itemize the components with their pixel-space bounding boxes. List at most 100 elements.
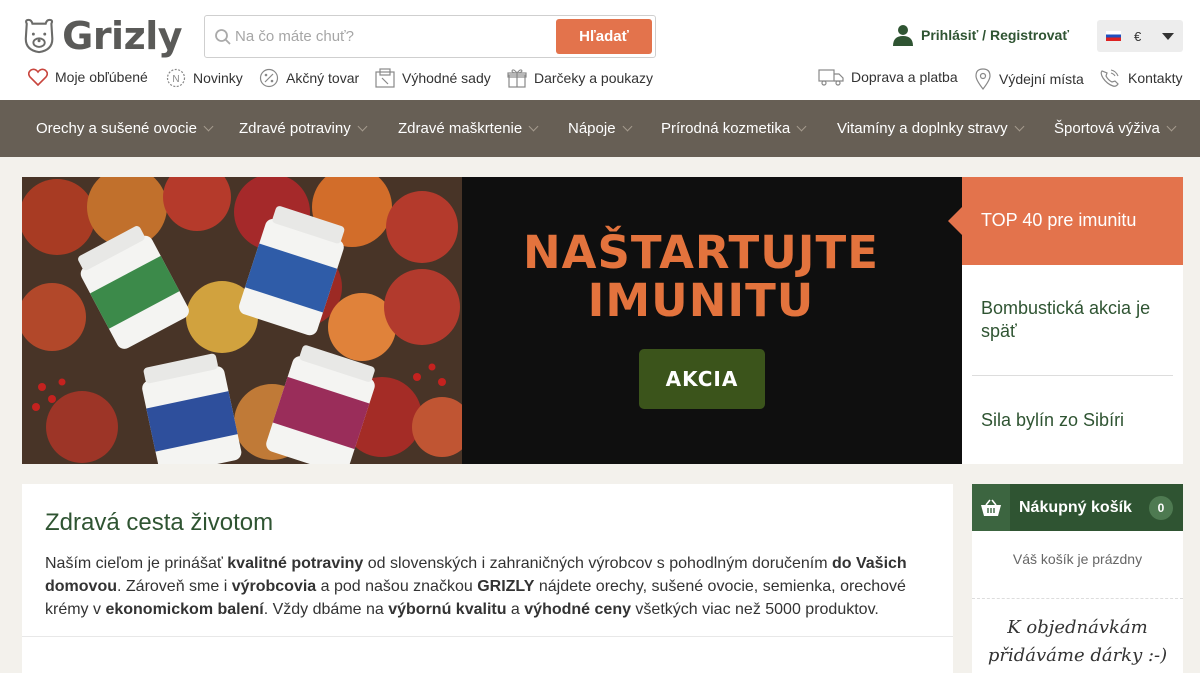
subnav-label: Moje obľúbené	[55, 69, 148, 85]
subnav-favorites[interactable]: Moje obľúbené	[28, 68, 148, 86]
nav-label: Športová výživa	[1054, 120, 1160, 137]
intro-text-bold: výrobcovia	[231, 578, 317, 595]
hero-banner[interactable]: NAŠTARTUJTE IMUNITU AKCIA	[22, 177, 962, 464]
intro-text-bold: výhodné ceny	[524, 601, 631, 618]
banner-product-photo	[22, 177, 462, 464]
search-icon	[215, 29, 231, 45]
nav-label: Vitamíny a doplnky stravy	[837, 120, 1008, 137]
chevron-down-icon	[796, 121, 807, 132]
search-bar: Hľadať	[204, 15, 656, 58]
heart-icon	[28, 68, 48, 86]
subnav-label: Darčeky a poukazy	[534, 70, 654, 86]
phone-icon	[1100, 69, 1119, 87]
category-nav: Orechy a sušené ovocie Zdravé potraviny …	[0, 100, 1200, 157]
subnav-sale[interactable]: Akčný tovar	[259, 68, 359, 88]
nav-drinks[interactable]: Nápoje	[568, 120, 632, 137]
nav-sports-nutrition[interactable]: Športová výživa	[1054, 120, 1177, 137]
chevron-down-icon	[1014, 121, 1025, 132]
nav-nuts-dried-fruit[interactable]: Orechy a sušené ovocie	[36, 120, 214, 137]
intro-text-bold: výbornú kvalitu	[388, 601, 507, 618]
nav-label: Nápoje	[568, 120, 616, 137]
utility-nav: Moje obľúbené N Novinky Akčný tovar Výho…	[0, 68, 1200, 92]
intro-text-part: všetkých viac než 5000 produktov.	[630, 601, 879, 618]
percent-icon	[259, 68, 279, 88]
cart-count-badge: 0	[1149, 496, 1173, 520]
nav-vitamins[interactable]: Vitamíny a doplnky stravy	[837, 120, 1025, 137]
chevron-down-icon	[622, 121, 632, 132]
intro-text-bold: GRIZLY	[477, 578, 535, 595]
site-header: Grizly Hľadať Prihlásiť / Registrovať € …	[0, 0, 1200, 100]
intro-text-part: Naším cieľom je prinášať	[45, 555, 228, 572]
promo-divider	[972, 375, 1173, 376]
caret-down-icon	[1162, 33, 1174, 40]
subnav-shipping[interactable]: Doprava a platba	[818, 68, 958, 86]
subnav-label: Kontakty	[1128, 70, 1183, 86]
promo-list: TOP 40 pre imunitu Bombustická akcia je …	[948, 177, 1183, 464]
logo-wordmark: Grizly	[62, 14, 182, 58]
search-input[interactable]	[235, 17, 555, 56]
cart-gift-note: K objednávkám přidáváme dárky :-)	[972, 614, 1183, 670]
subnav-new[interactable]: N Novinky	[166, 68, 243, 88]
user-icon	[893, 25, 913, 46]
basket-icon	[972, 484, 1010, 531]
currency-label: €	[1134, 28, 1142, 44]
intro-text-part: . Zároveň sme i	[117, 578, 232, 595]
banner-headline-2: IMUNITU	[587, 274, 815, 327]
chevron-down-icon	[357, 121, 368, 132]
subnav-label: Výhodné sady	[402, 70, 491, 86]
login-link[interactable]: Prihlásiť / Registrovať	[893, 24, 1069, 46]
intro-text-part: . Vždy dbáme na	[263, 601, 389, 618]
intro-title: Zdravá cesta životom	[45, 509, 274, 536]
intro-text: Naším cieľom je prinášať kvalitné potrav…	[45, 552, 925, 621]
promo-item-active[interactable]: TOP 40 pre imunitu	[948, 177, 1183, 265]
nav-label: Orechy a sušené ovocie	[36, 120, 197, 137]
language-currency-selector[interactable]: €	[1097, 20, 1183, 52]
nav-healthy-snacks[interactable]: Zdravé maškrtenie	[398, 120, 539, 137]
banner-cta-button[interactable]: AKCIA	[639, 349, 765, 409]
subnav-label: Akčný tovar	[286, 70, 360, 86]
slovak-flag-icon	[1106, 31, 1121, 41]
cart-header[interactable]: Nákupný košík 0	[972, 484, 1183, 531]
login-label: Prihlásiť / Registrovať	[921, 27, 1070, 43]
cart-title: Nákupný košík	[1019, 498, 1132, 516]
search-button[interactable]: Hľadať	[556, 19, 652, 54]
cart-widget: Nákupný košík 0 Váš košík je prázdny K o…	[972, 484, 1183, 673]
section-divider	[22, 636, 953, 637]
nav-label: Zdravé maškrtenie	[398, 120, 523, 137]
subnav-label: Doprava a platba	[851, 69, 958, 85]
subnav-bundles[interactable]: Výhodné sady	[375, 68, 491, 88]
nav-label: Zdravé potraviny	[239, 120, 351, 137]
intro-text-bold: kvalitné potraviny	[227, 555, 364, 572]
intro-section: Zdravá cesta životom Naším cieľom je pri…	[22, 484, 953, 673]
bear-logo-icon	[24, 18, 54, 54]
chevron-down-icon	[203, 121, 214, 132]
svg-text:N: N	[172, 74, 179, 85]
cart-empty-text: Váš košík je prázdny	[1012, 551, 1143, 567]
subnav-pickup[interactable]: Výdejní místa	[974, 68, 1084, 90]
nav-label: Prírodná kozmetika	[661, 120, 791, 137]
subnav-label: Novinky	[193, 70, 243, 86]
truck-icon	[818, 69, 844, 86]
promo-item[interactable]: Sila bylín zo Sibíri	[981, 409, 1171, 432]
intro-text-part: a	[506, 601, 525, 618]
intro-text-part: a pod našou značkou	[316, 578, 478, 595]
banner-headline-1: NAŠTARTUJTE	[523, 226, 879, 279]
subnav-contacts[interactable]: Kontakty	[1099, 68, 1182, 88]
site-logo[interactable]: Grizly	[22, 14, 182, 58]
intro-text-bold: ekonomickom balení	[105, 601, 264, 618]
gift-icon	[507, 69, 527, 88]
cart-divider	[972, 598, 1183, 599]
nav-healthy-food[interactable]: Zdravé potraviny	[239, 120, 368, 137]
map-pin-icon	[975, 68, 991, 90]
promo-item[interactable]: Bombustická akcia je späť	[981, 297, 1171, 343]
nav-natural-cosmetics[interactable]: Prírodná kozmetika	[661, 120, 807, 137]
new-badge-icon: N	[166, 68, 186, 88]
bundle-icon	[375, 68, 395, 88]
chevron-down-icon	[528, 121, 539, 132]
chevron-down-icon	[1166, 121, 1177, 132]
intro-text-part: od slovenských i zahraničných výrobcov s…	[363, 555, 832, 572]
subnav-label: Výdejní místa	[999, 71, 1084, 87]
cart-gift-line: přidáváme dárky :-)	[987, 645, 1168, 666]
cart-gift-line: K objednávkám	[1007, 617, 1148, 638]
subnav-gifts[interactable]: Darčeky a poukazy	[507, 68, 653, 88]
